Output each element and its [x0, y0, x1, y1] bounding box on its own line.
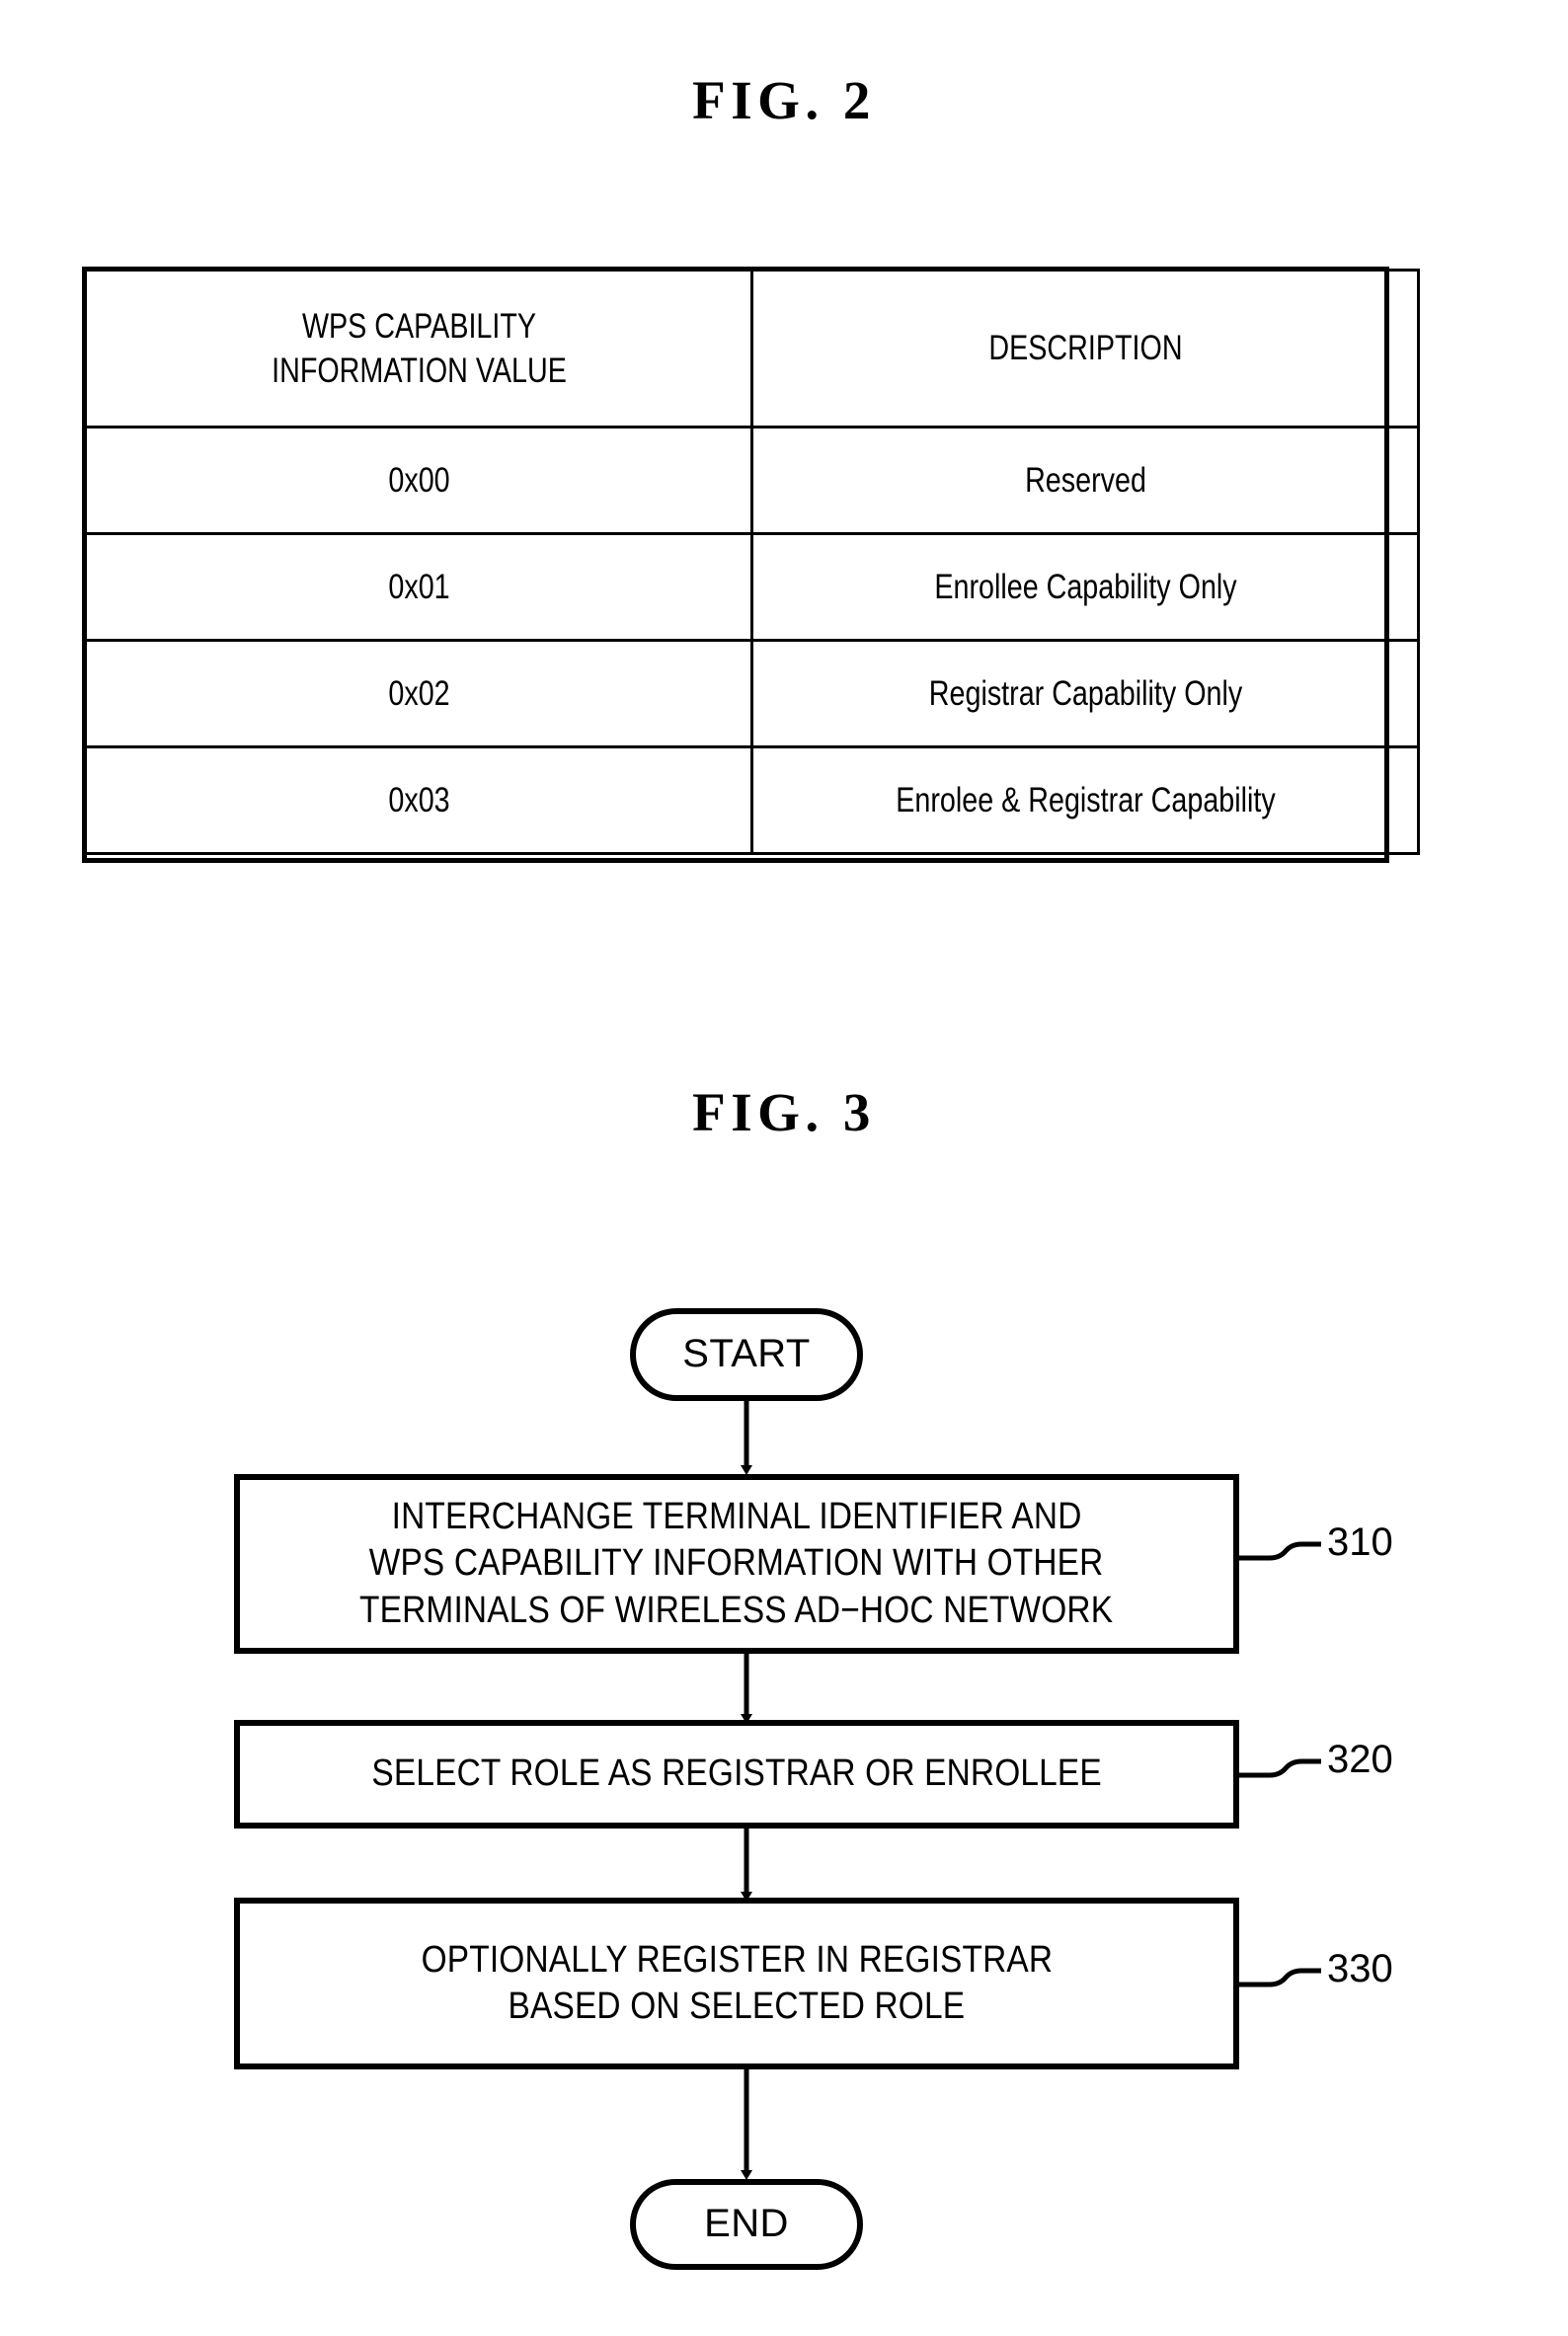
ref-leader-320 — [1236, 1758, 1321, 1778]
reference-numeral-330: 330 — [1327, 1947, 1393, 1990]
ref-leader-310 — [1236, 1541, 1321, 1561]
process-box-330 — [234, 1898, 1239, 2069]
ref-leader-330 — [1236, 1968, 1321, 1987]
reference-numeral-310: 310 — [1327, 1520, 1393, 1564]
start-terminal-shape — [630, 1308, 863, 1401]
process-box-310 — [234, 1474, 1239, 1654]
reference-numeral-320: 320 — [1327, 1738, 1393, 1781]
process-box-320 — [234, 1720, 1239, 1829]
end-terminal-shape — [630, 2179, 863, 2270]
